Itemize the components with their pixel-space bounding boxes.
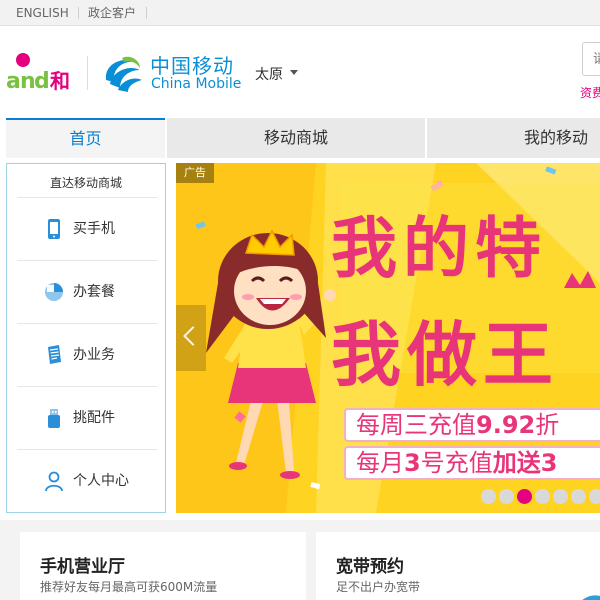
and-logo[interactable]: a n d 和 bbox=[6, 48, 78, 92]
search-input[interactable] bbox=[583, 43, 600, 75]
logo-divider bbox=[87, 56, 88, 90]
package-icon bbox=[45, 283, 63, 301]
china-mobile-logo-icon[interactable] bbox=[100, 50, 144, 94]
china-mobile-cn-name: 中国移动 bbox=[150, 54, 234, 78]
svg-text:d: d bbox=[34, 69, 50, 92]
carousel-dot-active[interactable] bbox=[517, 489, 532, 504]
topbar-divider bbox=[78, 7, 79, 19]
english-link[interactable]: ENGLISH bbox=[16, 0, 69, 26]
card-subtitle: 足不出户办宽带 bbox=[336, 580, 421, 594]
main-nav: 首页 移动商城 我的移动 bbox=[6, 118, 600, 158]
promo2-highlight: 3 bbox=[404, 449, 421, 477]
card-title: 手机营业厅 bbox=[40, 557, 125, 577]
banner-headline-line2: 我做王 bbox=[331, 314, 559, 396]
banner-promo-line2: 每月3号充值加送3 bbox=[344, 446, 600, 480]
card-mobile-hall[interactable]: 手机营业厅 推荐好友每月最高可获600M流量 bbox=[20, 532, 306, 600]
ad-badge: 广告 bbox=[176, 163, 214, 183]
sidebar-item-label: 办业务 bbox=[73, 347, 115, 363]
banner-promo-line1: 每周三充值9.92折 bbox=[344, 408, 600, 442]
nav-home[interactable]: 首页 bbox=[6, 118, 165, 158]
chevron-down-icon[interactable] bbox=[290, 70, 298, 75]
banner-headline-line1: 我的特 bbox=[331, 210, 547, 287]
card-title: 宽带预约 bbox=[336, 557, 404, 577]
carousel-dot[interactable] bbox=[553, 489, 568, 504]
user-icon bbox=[45, 471, 63, 492]
sidebar-item-user-center[interactable]: 个人中心 bbox=[17, 449, 157, 512]
site-header: a n d 和 中国移动 China Mobile 太原 资费 bbox=[0, 26, 600, 118]
carousel-dot[interactable] bbox=[571, 489, 586, 504]
service-cards-row: 手机营业厅 推荐好友每月最高可获600M流量 宽带预约 足不出户办宽带 bbox=[0, 520, 600, 600]
promo1-highlight: 9.92 bbox=[476, 411, 536, 439]
top-utility-bar: ENGLISH 政企客户 bbox=[0, 0, 600, 26]
svg-text:和: 和 bbox=[50, 69, 70, 92]
carousel-dot[interactable] bbox=[535, 489, 550, 504]
sidebar-item-accessories[interactable]: 挑配件 bbox=[17, 386, 157, 449]
search-box[interactable] bbox=[582, 42, 600, 76]
nav-mall[interactable]: 移动商城 bbox=[167, 118, 425, 158]
phone-icon bbox=[48, 219, 60, 239]
promo1-text: 每周三充值 bbox=[356, 411, 476, 439]
sidebar-item-label: 办套餐 bbox=[73, 284, 115, 300]
carousel-dot[interactable] bbox=[481, 489, 496, 504]
city-selector[interactable]: 太原 bbox=[255, 64, 283, 84]
topbar-divider bbox=[146, 7, 147, 19]
carousel-dot[interactable] bbox=[499, 489, 514, 504]
sidebar-item-business[interactable]: 办业务 bbox=[17, 323, 157, 386]
enterprise-customers-link[interactable]: 政企客户 bbox=[88, 0, 136, 26]
sidebar-item-buy-phone[interactable]: 买手机 bbox=[17, 197, 157, 260]
sidebar-title: 直达移动商城 bbox=[49, 176, 122, 190]
china-mobile-en-name: China Mobile bbox=[151, 76, 242, 92]
promo1-suffix: 折 bbox=[535, 411, 560, 439]
carousel-dot[interactable] bbox=[589, 489, 600, 504]
card-subtitle: 推荐好友每月最高可获600M流量 bbox=[40, 580, 218, 594]
svg-text:a: a bbox=[6, 69, 21, 92]
sidebar-item-label: 个人中心 bbox=[73, 473, 129, 489]
card-broadband-booking[interactable]: 宽带预约 足不出户办宽带 bbox=[316, 532, 600, 600]
hot-search-link[interactable]: 资费 bbox=[580, 84, 600, 101]
nav-my-mobile[interactable]: 我的移动 bbox=[427, 118, 600, 158]
promo2-text: 每月 bbox=[356, 449, 404, 477]
promo-banner-carousel[interactable]: 我的特 我做王 每周三充值9.92折 每月3号充值加送3 广告 bbox=[176, 163, 600, 513]
card-illustration-icon bbox=[582, 595, 600, 600]
document-icon bbox=[48, 345, 61, 364]
usb-icon bbox=[48, 409, 60, 428]
sidebar-item-package[interactable]: 办套餐 bbox=[17, 260, 157, 323]
promo2-mid: 号充值 bbox=[420, 449, 493, 477]
carousel-prev-arrow-icon[interactable] bbox=[176, 305, 206, 371]
sidebar-item-label: 挑配件 bbox=[73, 410, 115, 426]
sidebar-item-label: 买手机 bbox=[73, 221, 115, 237]
promo2-highlight2: 加送3 bbox=[492, 449, 558, 477]
mall-shortcut-sidebar: 直达移动商城 买手机 办套餐 办业务 挑配件 个人中心 bbox=[6, 163, 166, 513]
